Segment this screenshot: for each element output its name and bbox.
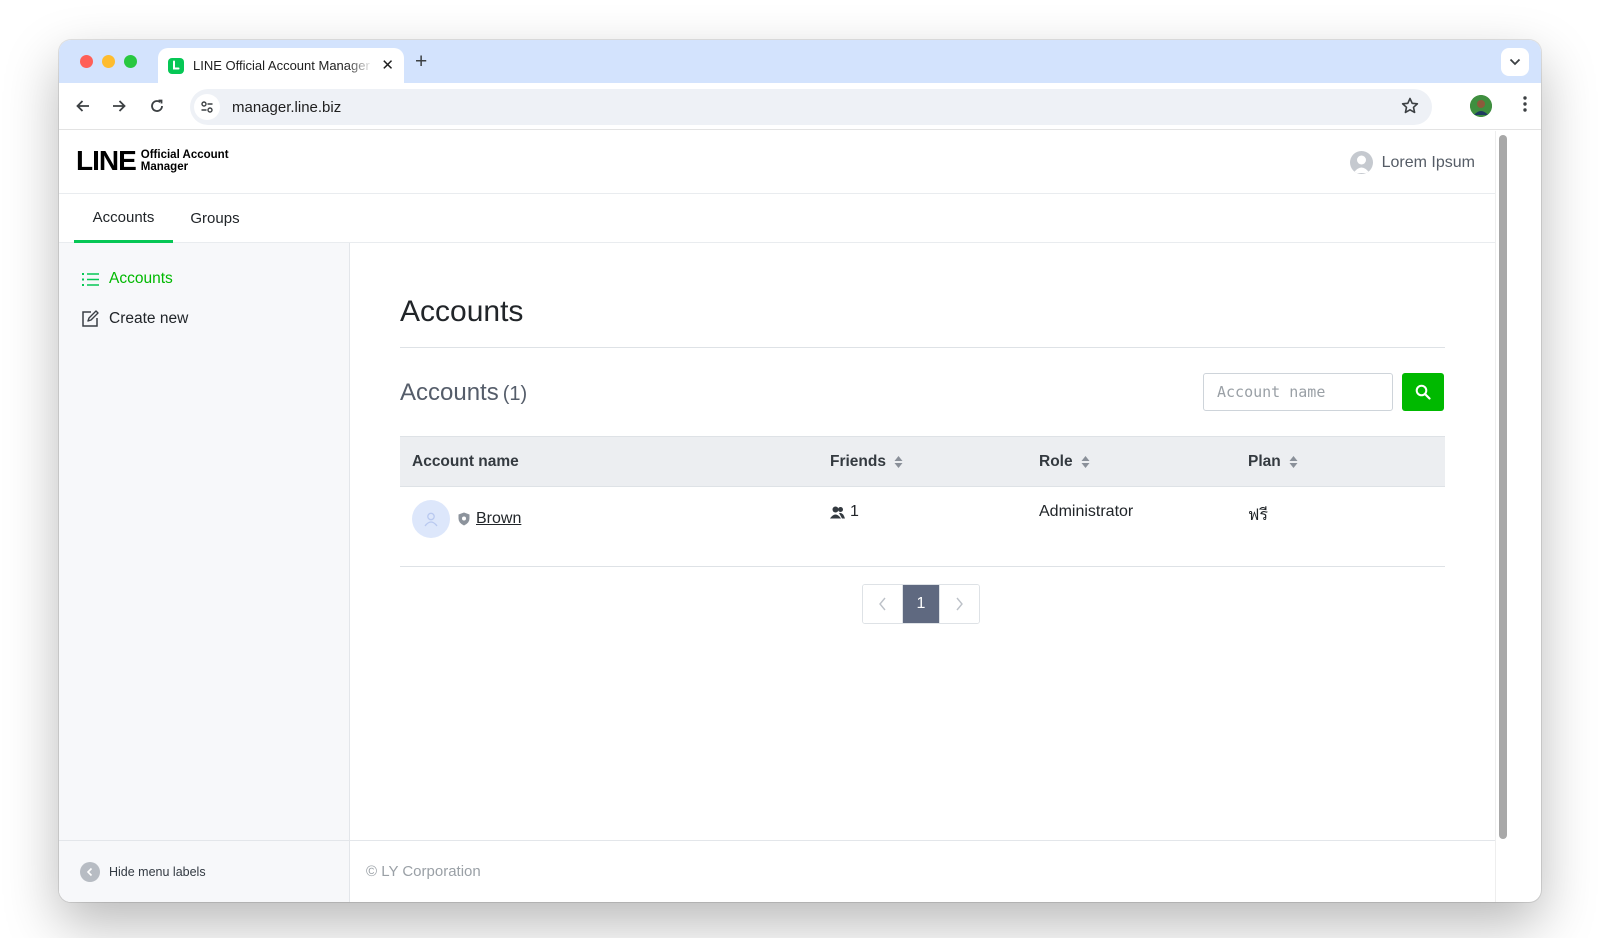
browser-tab[interactable]: LINE Official Account Manager ✕ xyxy=(158,48,404,83)
section-title: Accounts (1) xyxy=(400,379,527,407)
web-page: LINE Official Account Manager Lorem Ipsu… xyxy=(59,131,1495,902)
hide-menu-labels-button[interactable]: Hide menu labels xyxy=(59,840,349,902)
arrow-left-icon xyxy=(76,100,89,112)
logo-sub-line-2: Manager xyxy=(140,161,189,173)
tab-accounts-label: Accounts xyxy=(92,208,155,226)
chevron-left-icon xyxy=(80,861,100,882)
app-header: LINE Official Account Manager Lorem Ipsu… xyxy=(59,131,1495,194)
column-account-name: Account name xyxy=(412,453,519,471)
pagination: 1 xyxy=(862,584,980,624)
edit-icon xyxy=(81,310,99,328)
top-tabs: Accounts Groups xyxy=(59,194,1495,243)
chevron-right-icon xyxy=(956,597,963,611)
sidebar-item-create-new-label: Create new xyxy=(109,310,189,327)
sidebar: Accounts Create new Hide menu labels xyxy=(59,243,350,902)
browser-window: LINE Official Account Manager ✕ + manage… xyxy=(59,40,1541,902)
account-search-input[interactable] xyxy=(1203,373,1393,411)
user-avatar-icon xyxy=(1349,151,1373,174)
previous-page-button[interactable] xyxy=(863,585,903,623)
logo-subtitle: Official Account Manager xyxy=(141,149,229,173)
chevron-left-icon xyxy=(879,597,886,611)
table-header: Account name Friends Role Plan xyxy=(400,436,1445,487)
chevron-down-icon xyxy=(1509,58,1521,66)
title-divider xyxy=(400,347,1445,348)
sidebar-item-create-new[interactable]: Create new xyxy=(81,310,188,328)
search-button[interactable] xyxy=(1402,373,1444,411)
friends-icon xyxy=(830,506,845,519)
user-name: Lorem Ipsum xyxy=(1381,153,1475,171)
reload-icon xyxy=(151,99,163,112)
url-text: manager.line.biz xyxy=(232,98,342,116)
page-1-button[interactable]: 1 xyxy=(903,585,939,623)
browser-menu-icon[interactable] xyxy=(1523,95,1527,118)
friends-cell: 1 xyxy=(830,503,859,521)
hide-menu-labels-text: Hide menu labels xyxy=(109,864,206,879)
browser-tabstrip: LINE Official Account Manager ✕ + xyxy=(59,40,1541,83)
logo-line-text: LINE xyxy=(76,145,137,176)
plan-cell: ฟรี xyxy=(1248,507,1268,524)
reload-button[interactable] xyxy=(146,95,168,117)
page-footer: © LY Corporation xyxy=(350,840,1495,902)
browser-profile-avatar[interactable] xyxy=(1470,95,1492,117)
shield-icon xyxy=(458,512,470,531)
account-count: (1) xyxy=(502,383,528,405)
column-friends-label: Friends xyxy=(830,453,886,470)
tab-groups[interactable]: Groups xyxy=(179,194,251,243)
minimize-window-button[interactable] xyxy=(102,55,115,68)
page-title: Accounts xyxy=(400,295,524,328)
tab-title: LINE Official Account Manager xyxy=(193,58,370,73)
column-role[interactable]: Role xyxy=(1039,453,1090,471)
sort-icon xyxy=(1289,455,1298,469)
forward-button[interactable] xyxy=(108,95,130,117)
scrollbar[interactable] xyxy=(1495,131,1509,902)
account-avatar-icon[interactable] xyxy=(412,500,450,538)
account-name-link[interactable]: Brown xyxy=(476,510,521,528)
user-menu[interactable]: Lorem Ipsum xyxy=(1349,151,1475,174)
role-cell: Administrator xyxy=(1039,503,1134,520)
column-account-name-label: Account name xyxy=(412,453,519,470)
tab-groups-label: Groups xyxy=(190,210,240,227)
next-page-button[interactable] xyxy=(939,585,979,623)
friends-count: 1 xyxy=(850,503,859,520)
site-info-icon[interactable] xyxy=(194,94,220,120)
sort-icon xyxy=(1081,455,1090,469)
address-bar[interactable]: manager.line.biz xyxy=(190,89,1432,125)
back-button[interactable] xyxy=(72,95,94,117)
sidebar-item-accounts-label: Accounts xyxy=(109,270,173,287)
column-plan[interactable]: Plan xyxy=(1248,453,1298,471)
new-tab-button[interactable]: + xyxy=(415,51,427,72)
bookmark-star-icon[interactable] xyxy=(1400,96,1420,121)
sidebar-item-accounts[interactable]: Accounts xyxy=(81,270,173,288)
browser-toolbar: manager.line.biz xyxy=(59,83,1541,130)
tab-close-icon[interactable]: ✕ xyxy=(381,58,394,73)
copyright-text: © LY Corporation xyxy=(366,863,481,880)
column-plan-label: Plan xyxy=(1248,453,1281,470)
column-role-label: Role xyxy=(1039,453,1073,470)
line-logo[interactable]: LINE Official Account Manager xyxy=(76,147,229,175)
list-icon xyxy=(81,270,99,288)
scrollbar-thumb[interactable] xyxy=(1499,135,1507,839)
tab-accounts[interactable]: Accounts xyxy=(74,194,173,243)
line-favicon-icon xyxy=(168,57,184,74)
arrow-right-icon xyxy=(113,100,126,112)
column-friends[interactable]: Friends xyxy=(830,453,903,471)
tab-search-button[interactable] xyxy=(1501,48,1529,76)
zoom-window-button[interactable] xyxy=(124,55,137,68)
section-title-text: Accounts xyxy=(400,379,499,406)
sort-icon xyxy=(894,455,903,469)
table-row: Brown 1 Administrator ฟรี xyxy=(400,487,1445,567)
main-content: Accounts Accounts(1) Account name Friend… xyxy=(350,243,1495,902)
close-window-button[interactable] xyxy=(80,55,93,68)
accounts-table: Account name Friends Role Plan Brown 1 A… xyxy=(400,436,1445,567)
search-icon xyxy=(1415,384,1431,400)
logo-sub-line-1: Official Account xyxy=(140,149,229,161)
